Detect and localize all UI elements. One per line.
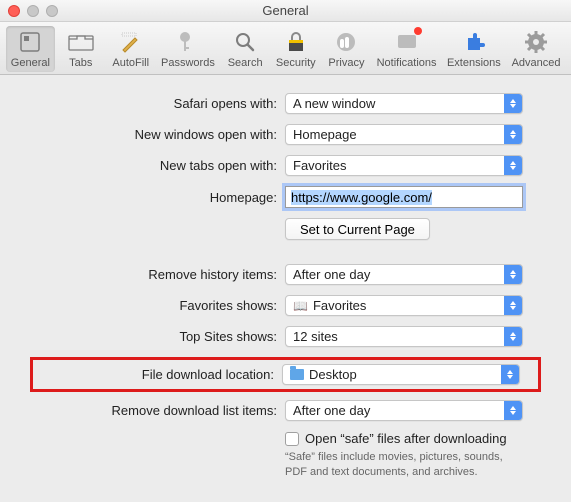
tab-label: AutoFill <box>112 57 149 69</box>
select-value: Homepage <box>293 127 504 142</box>
tab-tabs[interactable]: Tabs <box>57 26 105 72</box>
tab-general[interactable]: General <box>6 26 55 72</box>
tab-security[interactable]: Security <box>271 26 320 72</box>
favorites-shows-select[interactable]: Favorites <box>285 295 523 316</box>
tab-extensions[interactable]: Extensions <box>443 26 505 72</box>
chevron-updown-icon <box>504 327 522 346</box>
gear-icon <box>523 29 549 55</box>
download-location-select[interactable]: Desktop <box>282 364 520 385</box>
opens-with-select[interactable]: A new window <box>285 93 523 114</box>
open-safe-files-checkbox[interactable] <box>285 432 299 446</box>
tabs-icon <box>68 29 94 55</box>
tab-search[interactable]: Search <box>221 26 269 72</box>
new-tabs-label: New tabs open with: <box>30 158 285 173</box>
favorites-shows-label: Favorites shows: <box>30 298 285 313</box>
tab-label: Search <box>228 57 263 69</box>
new-windows-label: New windows open with: <box>30 127 285 142</box>
tab-label: Notifications <box>377 57 437 69</box>
notifications-icon <box>394 29 420 55</box>
download-location-row-highlight: File download location: Desktop <box>30 357 541 392</box>
window-title: General <box>0 3 571 18</box>
tab-privacy[interactable]: Privacy <box>322 26 370 72</box>
extensions-icon <box>461 29 487 55</box>
new-windows-select[interactable]: Homepage <box>285 124 523 145</box>
autofill-icon <box>118 29 144 55</box>
tab-label: Tabs <box>69 57 92 69</box>
download-location-label: File download location: <box>37 367 282 382</box>
new-tabs-select[interactable]: Favorites <box>285 155 523 176</box>
select-value: 12 sites <box>293 329 504 344</box>
general-icon <box>17 29 43 55</box>
chevron-updown-icon <box>504 156 522 175</box>
tab-advanced[interactable]: Advanced <box>507 26 565 72</box>
select-value: After one day <box>293 267 504 282</box>
search-icon <box>232 29 258 55</box>
select-value: A new window <box>293 96 504 111</box>
remove-downloads-label: Remove download list items: <box>30 403 285 418</box>
tab-passwords[interactable]: Passwords <box>157 26 219 72</box>
select-value: Favorites <box>293 158 504 173</box>
lock-icon <box>283 29 309 55</box>
tab-label: Advanced <box>512 57 561 69</box>
book-icon <box>293 299 308 313</box>
select-value: Desktop <box>309 367 501 382</box>
general-pane: Safari opens with: A new window New wind… <box>0 75 571 500</box>
chevron-updown-icon <box>504 401 522 420</box>
open-safe-files-description: “Safe” files include movies, pictures, s… <box>285 450 505 480</box>
key-icon <box>175 29 201 55</box>
window-controls <box>8 5 58 17</box>
homepage-label: Homepage: <box>30 190 285 205</box>
remove-history-select[interactable]: After one day <box>285 264 523 285</box>
tab-label: Privacy <box>328 57 364 69</box>
tab-label: General <box>11 57 50 69</box>
chevron-updown-icon <box>504 296 522 315</box>
topsites-select[interactable]: 12 sites <box>285 326 523 347</box>
remove-history-label: Remove history items: <box>30 267 285 282</box>
open-safe-files-label: Open “safe” files after downloading <box>305 431 507 446</box>
tab-autofill[interactable]: AutoFill <box>107 26 155 72</box>
maximize-icon <box>46 5 58 17</box>
privacy-icon <box>333 29 359 55</box>
remove-downloads-select[interactable]: After one day <box>285 400 523 421</box>
select-value: After one day <box>293 403 504 418</box>
chevron-updown-icon <box>504 125 522 144</box>
chevron-updown-icon <box>504 94 522 113</box>
notification-badge-icon <box>414 27 422 35</box>
select-value: Favorites <box>313 298 504 313</box>
homepage-input[interactable] <box>285 186 523 208</box>
opens-with-label: Safari opens with: <box>30 96 285 111</box>
chevron-updown-icon <box>504 265 522 284</box>
set-current-page-button[interactable]: Set to Current Page <box>285 218 430 240</box>
tab-label: Passwords <box>161 57 215 69</box>
tab-notifications[interactable]: Notifications <box>372 26 440 72</box>
tab-label: Security <box>276 57 316 69</box>
topsites-label: Top Sites shows: <box>30 329 285 344</box>
tab-label: Extensions <box>447 57 501 69</box>
minimize-icon <box>27 5 39 17</box>
preferences-toolbar: General Tabs AutoFill Passwords Search S… <box>0 22 571 75</box>
window-titlebar: General <box>0 0 571 22</box>
folder-icon <box>290 369 304 380</box>
chevron-updown-icon <box>501 365 519 384</box>
close-icon[interactable] <box>8 5 20 17</box>
